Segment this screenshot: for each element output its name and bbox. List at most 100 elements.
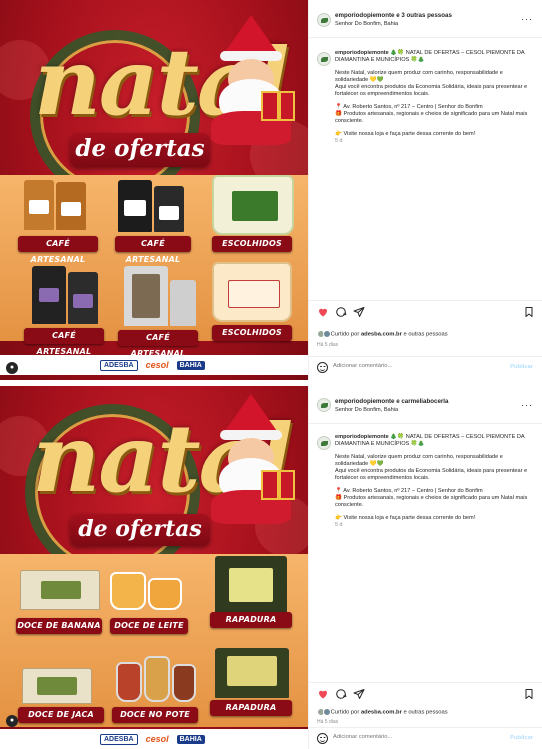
coffee-bag bbox=[56, 182, 86, 230]
avatar[interactable] bbox=[317, 13, 331, 27]
product-tag: CAFÉ ARTESANAL bbox=[18, 236, 98, 264]
post-image[interactable]: natal de ofertas CAFÉ ARTESANAL CAFÉ ART… bbox=[0, 0, 308, 380]
comment-input[interactable] bbox=[333, 734, 483, 740]
milk-sweet-jar bbox=[148, 578, 182, 610]
bahia-logo: BAHIA bbox=[176, 734, 205, 744]
caption-address: 📍 Av. Roberto Santos, nº 217 – Centro | … bbox=[335, 487, 483, 494]
save-bookmark-icon[interactable] bbox=[523, 688, 535, 700]
coffee-bag bbox=[154, 186, 184, 232]
likes-summary[interactable]: Curtido por adesba.com.br e outras pesso… bbox=[317, 330, 448, 338]
post-location[interactable]: Senhor Do Bonfim, Bahia bbox=[335, 407, 398, 413]
comment-icon[interactable] bbox=[335, 306, 347, 318]
caption-time: 5 d bbox=[335, 137, 343, 144]
caption-author[interactable]: emporiodopiemonte bbox=[335, 434, 389, 440]
emoji-icon[interactable] bbox=[317, 362, 328, 373]
post-author[interactable]: emporiodopiemonte e 3 outras pessoas bbox=[335, 12, 452, 19]
avatar[interactable] bbox=[317, 398, 331, 412]
post-author[interactable]: emporiodopiemonte e carmeliabocerla bbox=[335, 398, 448, 405]
caption-paragraph: 🎁 Produtos artesanais, regionais e cheio… bbox=[335, 111, 528, 125]
jackfruit-sweet-pack bbox=[22, 668, 92, 704]
publish-button[interactable]: Publicar bbox=[510, 364, 533, 370]
post-actions bbox=[309, 682, 542, 704]
more-options-icon[interactable]: ··· bbox=[521, 400, 533, 410]
post-sidebar: emporiodopiemonte e 3 outras pessoas Sen… bbox=[308, 0, 542, 380]
comment-bar: Publicar bbox=[309, 356, 542, 378]
caption-paragraph: Aqui você encontra produtos da Economia … bbox=[335, 468, 528, 482]
coffee-bag bbox=[32, 266, 66, 324]
product-tag: CAFÉ ARTESANAL bbox=[118, 330, 198, 358]
emoji-icon[interactable] bbox=[317, 733, 328, 744]
de-ofertas-banner: de ofertas bbox=[70, 514, 210, 546]
banana-sweet-pack bbox=[20, 570, 100, 610]
share-icon[interactable] bbox=[353, 688, 365, 700]
post-caption: emporiodopiemonte 🎄🍀 NATAL DE OFERTAS – … bbox=[335, 434, 531, 534]
caption-paragraph: Neste Natal, valorize quem produz com ca… bbox=[335, 69, 503, 83]
product-tag: RAPADURA bbox=[210, 612, 292, 628]
post-caption: emporiodopiemonte 🎄🍀 NATAL DE OFERTAS – … bbox=[335, 50, 531, 150]
tagged-user-icon[interactable]: ● bbox=[6, 362, 18, 374]
product-tag: DOCE NO POTE bbox=[112, 707, 198, 723]
post-sidebar: emporiodopiemonte e carmeliabocerla Senh… bbox=[308, 386, 542, 749]
coffee-bag bbox=[124, 266, 168, 326]
comment-input[interactable] bbox=[333, 363, 483, 369]
like-heart-icon[interactable] bbox=[317, 306, 329, 318]
caption-paragraph: 🎁 Produtos artesanais, regionais e cheio… bbox=[335, 495, 528, 509]
avatar[interactable] bbox=[317, 52, 331, 66]
post-header: emporiodopiemonte e 3 outras pessoas Sen… bbox=[309, 0, 542, 38]
caption-paragraph: Aqui você encontra produtos da Economia … bbox=[335, 84, 528, 98]
product-tag: ESCOLHIDOS bbox=[212, 325, 292, 341]
bahia-logo: BAHIA bbox=[176, 360, 205, 370]
caption-author[interactable]: emporiodopiemonte bbox=[335, 50, 389, 56]
coffee-bag bbox=[68, 272, 98, 324]
santa-illustration bbox=[205, 15, 300, 145]
sweets-jar bbox=[212, 262, 292, 322]
product-tag: ESCOLHIDOS bbox=[212, 236, 292, 252]
publish-button[interactable]: Publicar bbox=[510, 735, 533, 741]
product-tag: RAPADURA bbox=[210, 700, 292, 716]
peanut-jar bbox=[212, 175, 294, 235]
avatar[interactable] bbox=[317, 436, 331, 450]
sponsor-logos-bar: ADESBA cesol BAHIA bbox=[0, 355, 308, 375]
gift-box bbox=[261, 470, 295, 500]
share-icon[interactable] bbox=[353, 306, 365, 318]
coffee-bag bbox=[170, 280, 196, 326]
instagram-post: natal de ofertas CAFÉ ARTESANAL CAFÉ ART… bbox=[0, 0, 542, 380]
comment-icon[interactable] bbox=[335, 688, 347, 700]
rapadura-pack bbox=[215, 556, 287, 616]
more-options-icon[interactable]: ··· bbox=[521, 14, 533, 24]
product-tag: CAFÉ ARTESANAL bbox=[115, 236, 191, 264]
caption-paragraph: 👉 Visite nossa loja e faça parte dessa c… bbox=[335, 130, 476, 137]
tagged-user-icon[interactable]: ● bbox=[6, 715, 18, 727]
milk-sweet-jar bbox=[110, 572, 146, 610]
product-tag: CAFÉ ARTESANAL bbox=[24, 328, 104, 356]
coffee-bag bbox=[118, 180, 152, 232]
sweet-pot bbox=[116, 662, 142, 702]
likes-summary[interactable]: Curtido por adesba.com.br e outras pesso… bbox=[317, 708, 448, 716]
adesba-logo: ADESBA bbox=[100, 733, 138, 745]
coffee-bag bbox=[24, 180, 54, 230]
post-age: Há 5 dias bbox=[317, 342, 339, 348]
caption-paragraph: Neste Natal, valorize quem produz com ca… bbox=[335, 453, 503, 467]
like-heart-icon[interactable] bbox=[317, 688, 329, 700]
post-location[interactable]: Senhor Do Bonfim, Bahia bbox=[335, 21, 398, 27]
save-bookmark-icon[interactable] bbox=[523, 306, 535, 318]
santa-illustration bbox=[205, 394, 300, 524]
caption-paragraph: 👉 Visite nossa loja e faça parte dessa c… bbox=[335, 514, 476, 521]
cesol-logo: cesol bbox=[145, 360, 169, 370]
adesba-logo: ADESBA bbox=[100, 359, 138, 371]
sponsor-logos-bar: ADESBA cesol BAHIA bbox=[0, 729, 308, 749]
sweet-pot bbox=[144, 656, 170, 702]
caption-address: 📍 Av. Roberto Santos, nº 217 – Centro | … bbox=[335, 103, 483, 110]
product-tag: DOCE DE BANANA bbox=[16, 618, 102, 634]
comment-bar: Publicar bbox=[309, 727, 542, 749]
caption-time: 5 d bbox=[335, 521, 343, 528]
post-image[interactable]: natal de ofertas DOCE DE BANANA DOCE DE … bbox=[0, 386, 308, 749]
gift-box bbox=[261, 91, 295, 121]
rapadura-pack bbox=[215, 648, 289, 698]
de-ofertas-banner: de ofertas bbox=[70, 133, 210, 167]
product-tag: DOCE DE JACA bbox=[18, 707, 104, 723]
cesol-logo: cesol bbox=[145, 734, 169, 744]
sweet-pot bbox=[172, 664, 196, 702]
post-header: emporiodopiemonte e carmeliabocerla Senh… bbox=[309, 386, 542, 424]
post-age: Há 5 dias bbox=[317, 719, 339, 725]
